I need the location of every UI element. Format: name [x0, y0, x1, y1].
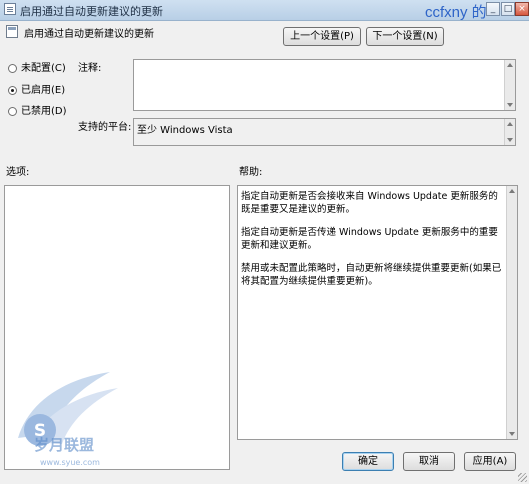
- help-panel[interactable]: 指定自动更新是否会接收来自 Windows Update 更新服务的既是重要又是…: [237, 185, 518, 440]
- scroll-up-icon[interactable]: [509, 189, 515, 193]
- options-label: 选项:: [6, 167, 30, 178]
- help-scrollbar[interactable]: [506, 186, 517, 439]
- resize-grip[interactable]: [518, 473, 527, 482]
- setting-icon: [6, 25, 18, 38]
- help-text: 指定自动更新是否会接收来自 Windows Update 更新服务的既是重要又是…: [241, 190, 503, 298]
- next-setting-button[interactable]: 下一个设置(N): [366, 27, 444, 46]
- supported-platform-value: 至少 Windows Vista: [137, 125, 233, 136]
- help-paragraph: 指定自动更新是否会接收来自 Windows Update 更新服务的既是重要又是…: [241, 191, 498, 215]
- platform-scrollbar[interactable]: [504, 119, 515, 145]
- radio-enabled-label: 已启用(E): [21, 85, 66, 96]
- scroll-down-icon[interactable]: [509, 432, 515, 436]
- comment-textarea[interactable]: [133, 59, 516, 111]
- radio-not-configured-label: 未配置(C): [21, 63, 66, 74]
- watermark-url: www.syue.com: [40, 458, 100, 467]
- window-icon: [4, 3, 16, 15]
- radio-enabled[interactable]: 已启用(E): [8, 81, 66, 96]
- title-bar[interactable]: 启用通过自动更新建议的更新 ccfxny 的 _ □ ×: [0, 0, 529, 21]
- close-button[interactable]: ×: [515, 2, 529, 16]
- policy-setting-dialog: 启用通过自动更新建议的更新 ccfxny 的 _ □ × 启用通过自动更新建议的…: [0, 0, 529, 484]
- scroll-down-icon[interactable]: [507, 138, 513, 142]
- radio-enabled-circle[interactable]: [8, 85, 17, 95]
- radio-disabled[interactable]: 已禁用(D): [8, 102, 67, 117]
- cancel-button[interactable]: 取消: [403, 452, 455, 471]
- help-paragraph: 指定自动更新是否传递 Windows Update 更新服务中的重要更新和建议更…: [241, 227, 498, 251]
- window-title: 启用通过自动更新建议的更新: [20, 5, 163, 18]
- help-paragraph: 禁用或未配置此策略时，自动更新将继续提供重要更新(如果已将其配置为继续提供重要更…: [241, 263, 502, 287]
- comment-label: 注释:: [78, 63, 102, 74]
- platform-label: 支持的平台:: [78, 122, 132, 133]
- scroll-up-icon[interactable]: [507, 122, 513, 126]
- maximize-button[interactable]: □: [501, 2, 515, 16]
- minimize-button[interactable]: _: [486, 2, 500, 16]
- scroll-down-icon[interactable]: [507, 103, 513, 107]
- radio-not-configured[interactable]: 未配置(C): [8, 59, 66, 74]
- comment-scrollbar[interactable]: [504, 60, 515, 110]
- previous-setting-button[interactable]: 上一个设置(P): [283, 27, 361, 46]
- radio-not-configured-circle[interactable]: [8, 63, 17, 73]
- radio-disabled-label: 已禁用(D): [21, 106, 67, 117]
- help-label: 帮助:: [239, 167, 263, 178]
- scroll-up-icon[interactable]: [507, 63, 513, 67]
- apply-button[interactable]: 应用(A): [464, 452, 516, 471]
- setting-title: 启用通过自动更新建议的更新: [24, 29, 154, 40]
- watermark-username: ccfxny 的: [425, 4, 487, 21]
- supported-platform-field: 至少 Windows Vista: [133, 118, 516, 146]
- radio-disabled-circle[interactable]: [8, 106, 17, 116]
- watermark-text: 岁月联盟: [34, 436, 95, 454]
- ok-button[interactable]: 确定: [342, 452, 394, 471]
